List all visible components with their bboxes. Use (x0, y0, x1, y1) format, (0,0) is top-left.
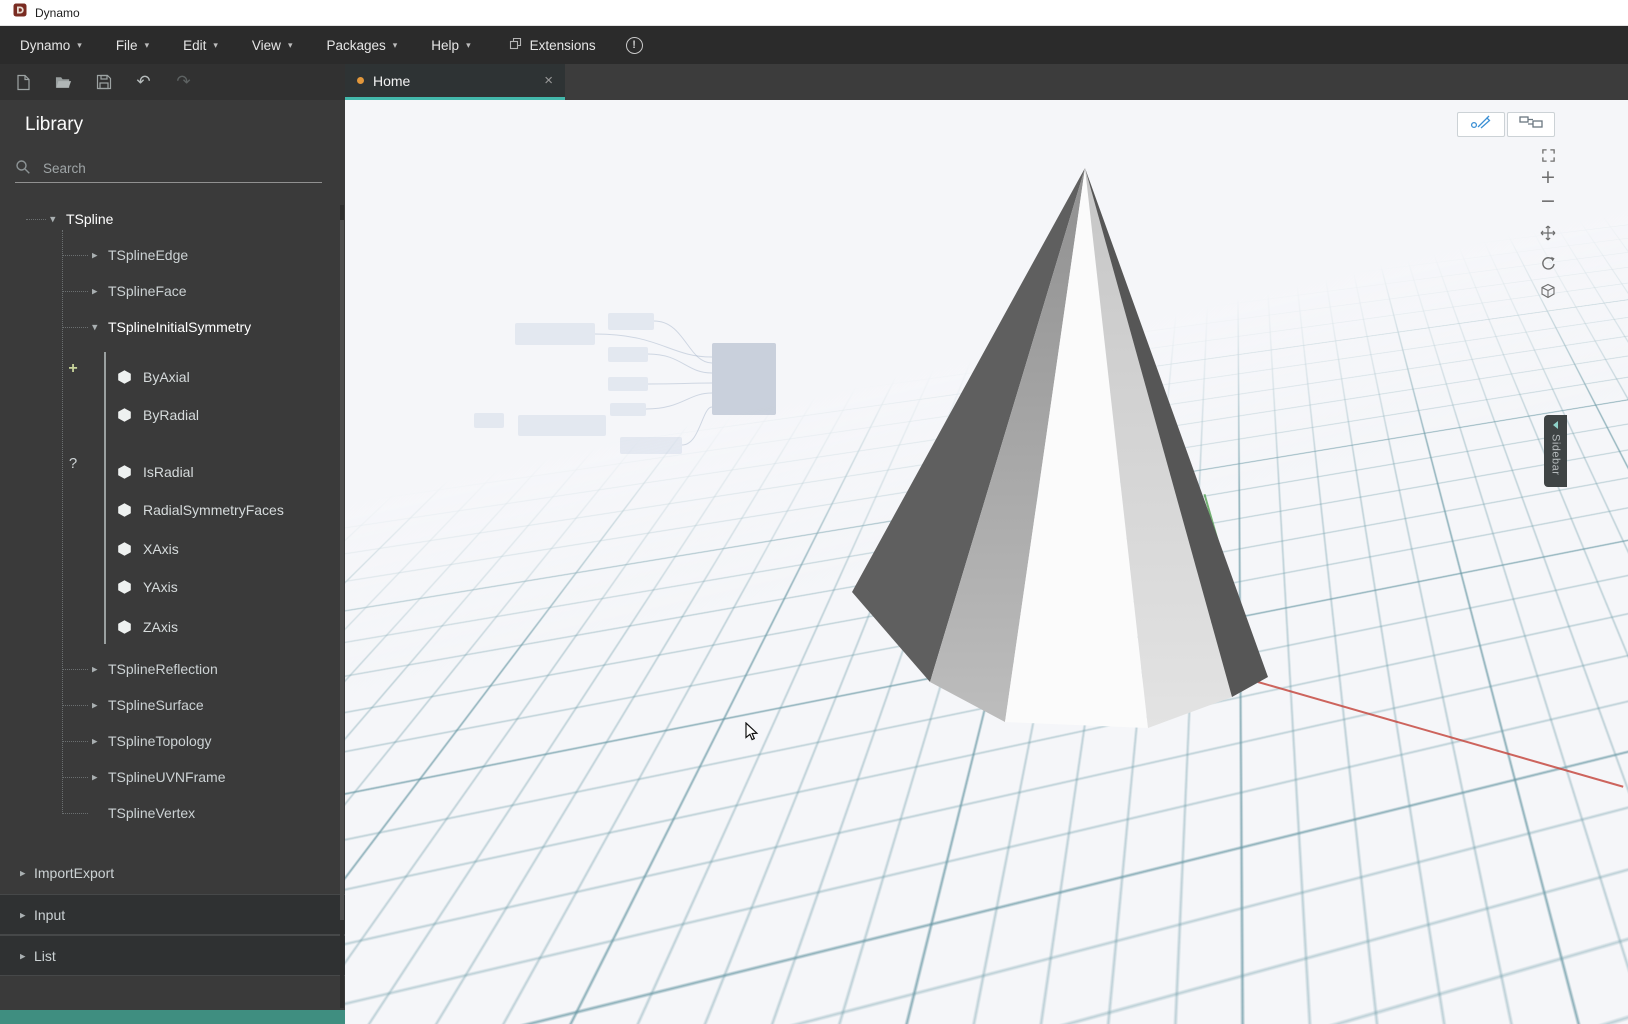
menu-help[interactable]: Help ▾ (431, 38, 470, 53)
node-item-zaxis[interactable]: ZAxis (0, 610, 339, 644)
menu-extensions[interactable]: Extensions (509, 37, 596, 53)
menu-dynamo[interactable]: Dynamo ▾ (20, 38, 82, 53)
extensions-icon (509, 37, 522, 53)
chevron-left-icon (1553, 421, 1558, 429)
graph-overlay-icon (1519, 115, 1543, 134)
mouse-cursor (745, 722, 759, 741)
menu-bar: Dynamo ▾ File ▾ Edit ▾ View ▾ Packages ▾… (0, 26, 1628, 64)
chevron-down-icon: ▾ (287, 39, 293, 50)
tree-item-tsplinevertex[interactable]: TSplineVertex (0, 796, 339, 830)
menu-label: Packages (326, 37, 386, 53)
node-icon (117, 408, 132, 423)
geometry-viewport[interactable]: + − Sidebar (345, 100, 1628, 1024)
tree-item-tsplinetopology[interactable]: ▸ TSplineTopology (0, 724, 339, 758)
chevron-right-icon: ▸ (92, 699, 98, 712)
node-item-isradial[interactable]: IsRadial (0, 455, 339, 489)
menu-packages[interactable]: Packages ▾ (326, 38, 397, 53)
chevron-down-icon: ▾ (213, 39, 218, 50)
graph-overlay-button[interactable] (1507, 112, 1555, 137)
category-input[interactable]: ▸ Input (0, 894, 345, 935)
tree-item-tsplineinitialsymmetry[interactable]: ▾ TSplineInitialSymmetry (0, 310, 339, 344)
node-item-radialsymmetryfaces[interactable]: RadialSymmetryFaces (0, 493, 339, 527)
window-titlebar: Dynamo (0, 0, 1628, 26)
menu-label: Edit (183, 37, 207, 53)
sidebar-tab-label: Sidebar (1549, 434, 1562, 476)
library-tree: ▾ TSpline ▸ TSplineEdge ▸ TSplineFace ▾ … (0, 100, 345, 1024)
chevron-right-icon: ▸ (20, 867, 26, 880)
chevron-right-icon: ▸ (92, 735, 98, 748)
chevron-down-icon: ▾ (50, 213, 56, 226)
tree-item-tsplinereflection[interactable]: ▸ TSplineReflection (0, 652, 339, 686)
node-icon (117, 580, 132, 595)
geometry-display-button[interactable] (1457, 112, 1505, 137)
display-toggle-group (1457, 112, 1555, 137)
chevron-right-icon: ▸ (92, 771, 98, 784)
tab-home[interactable]: Home × (345, 64, 565, 100)
chevron-right-icon: ▸ (92, 249, 98, 262)
unsaved-indicator-dot (357, 77, 364, 84)
open-file-button[interactable] (55, 74, 72, 91)
library-panel: Library Search ▾ TSpline ▸ TSplineEdge ▸… (0, 100, 345, 1024)
sidebar-scrollbar-thumb[interactable] (340, 220, 344, 920)
node-icon (117, 370, 132, 385)
tree-item-tsplineface[interactable]: ▸ TSplineFace (0, 274, 339, 308)
menu-edit[interactable]: Edit ▾ (183, 38, 218, 53)
node-icon (117, 503, 132, 518)
tree-item-tspline[interactable]: ▾ TSpline (0, 202, 339, 236)
node-item-byradial[interactable]: ByRadial (0, 398, 339, 432)
tab-strip: Home × (345, 64, 1628, 100)
tab-home-label: Home (373, 72, 411, 89)
pan-icon[interactable] (1539, 224, 1557, 242)
sidebar-collapse-tab[interactable]: Sidebar (1544, 415, 1567, 487)
zoom-in-button[interactable]: + (1539, 168, 1557, 187)
menu-file[interactable]: File ▾ (116, 38, 149, 53)
chevron-down-icon: ▾ (466, 39, 471, 50)
chevron-down-icon: ▾ (144, 39, 150, 50)
zoom-out-button[interactable]: − (1539, 192, 1557, 211)
node-icon (117, 620, 132, 635)
undo-button[interactable]: ↶ (135, 73, 152, 91)
chevron-right-icon: ▸ (20, 950, 26, 962)
redo-button[interactable]: ↷ (175, 73, 192, 91)
orbit-icon[interactable] (1539, 254, 1557, 272)
tree-item-tsplineedge[interactable]: ▸ TSplineEdge (0, 238, 339, 272)
category-list[interactable]: ▸ List (0, 935, 345, 976)
tree-item-tsplinesurface[interactable]: ▸ TSplineSurface (0, 688, 339, 722)
fit-view-icon[interactable] (1539, 146, 1557, 164)
home-view-cube-icon[interactable] (1539, 282, 1557, 300)
node-icon (117, 465, 132, 480)
category-highlight-bar (0, 1010, 345, 1024)
menu-label: Dynamo (20, 37, 71, 53)
menu-label: Extensions (529, 37, 596, 53)
chevron-right-icon: ▸ (20, 909, 26, 921)
close-icon[interactable]: × (544, 73, 553, 88)
menu-label: File (115, 37, 138, 53)
menu-label: Help (431, 37, 460, 53)
chevron-down-icon: ▾ (77, 39, 82, 50)
chevron-right-icon: ▸ (92, 285, 98, 298)
tree-item-tsplineuvnframe[interactable]: ▸ TSplineUVNFrame (0, 760, 339, 794)
info-icon[interactable]: ! (625, 36, 643, 54)
cone-geometry (852, 168, 1268, 728)
node-item-yaxis[interactable]: YAxis (0, 570, 339, 604)
menu-label: View (251, 37, 281, 53)
geometry-display-icon (1470, 115, 1492, 134)
toolbar: ↶ ↷ Home × (0, 64, 1628, 100)
node-icon (117, 542, 132, 557)
save-button[interactable] (95, 74, 112, 91)
app-logo-icon (13, 3, 27, 22)
new-file-button[interactable] (15, 74, 32, 91)
app-title: Dynamo (35, 5, 80, 20)
category-importexport[interactable]: ▸ ImportExport (0, 856, 345, 890)
file-tools: ↶ ↷ (0, 64, 345, 100)
node-item-byaxial[interactable]: ByAxial (0, 360, 339, 394)
chevron-down-icon: ▾ (392, 39, 398, 50)
node-item-xaxis[interactable]: XAxis (0, 532, 339, 566)
chevron-down-icon: ▾ (92, 321, 98, 334)
menu-view[interactable]: View ▾ (252, 38, 293, 53)
chevron-right-icon: ▸ (92, 663, 98, 676)
